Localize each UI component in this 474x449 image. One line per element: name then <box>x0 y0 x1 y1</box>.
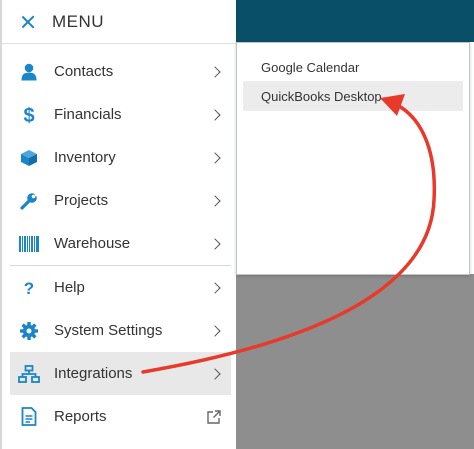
menu-item-help[interactable]: ? Help <box>10 266 231 309</box>
menu-item-projects[interactable]: Projects <box>10 179 231 222</box>
navigation-menu: MENU Contacts $ Financials Inventory Pro… <box>0 0 236 449</box>
svg-text:?: ? <box>24 279 34 298</box>
menu-item-label: System Settings <box>54 322 163 339</box>
submenu-item-label: Google Calendar <box>261 59 360 75</box>
chevron-right-icon <box>211 153 221 163</box>
chevron-right-icon <box>211 283 221 293</box>
menu-item-label: Projects <box>54 192 109 209</box>
menu-item-warehouse[interactable]: Warehouse <box>10 222 231 265</box>
menu-item-label: Warehouse <box>54 235 131 252</box>
menu-item-financials[interactable]: $ Financials <box>10 93 231 136</box>
person-icon <box>18 61 40 83</box>
chevron-right-icon <box>211 196 221 206</box>
integrations-submenu: Google Calendar QuickBooks Desktop <box>236 42 470 275</box>
submenu-item-quickbooks-desktop[interactable]: QuickBooks Desktop <box>243 81 463 111</box>
submenu-item-google-calendar[interactable]: Google Calendar <box>243 52 463 82</box>
menu-item-label: Integrations <box>54 365 133 382</box>
menu-item-system-settings[interactable]: System Settings <box>10 309 231 352</box>
chevron-right-icon <box>211 239 221 249</box>
menu-item-reports[interactable]: Reports <box>10 395 231 438</box>
question-icon: ? <box>18 277 40 299</box>
close-icon[interactable] <box>19 13 37 31</box>
menu-header: MENU <box>2 0 236 44</box>
sitemap-icon <box>18 363 40 385</box>
menu-item-label: Reports <box>54 408 107 425</box>
chevron-right-icon <box>211 326 221 336</box>
menu-item-integrations[interactable]: Integrations <box>10 352 231 395</box>
gear-icon <box>18 320 40 342</box>
menu-item-inventory[interactable]: Inventory <box>10 136 231 179</box>
chevron-right-icon <box>211 110 221 120</box>
app-header-bar <box>236 0 474 42</box>
menu-item-label: Help <box>54 279 85 296</box>
box-icon <box>18 147 40 169</box>
chevron-right-icon <box>211 369 221 379</box>
menu-item-label: Inventory <box>54 149 116 166</box>
wrench-icon <box>18 190 40 212</box>
menu-item-contacts[interactable]: Contacts <box>10 50 231 93</box>
document-icon <box>18 406 40 428</box>
barcode-icon <box>18 233 40 255</box>
chevron-right-icon <box>211 67 221 77</box>
dollar-icon: $ <box>18 104 40 126</box>
external-link-icon <box>206 409 222 425</box>
submenu-item-label: QuickBooks Desktop <box>261 88 382 104</box>
menu-title: MENU <box>52 11 105 31</box>
menu-item-label: Financials <box>54 106 122 123</box>
menu-item-label: Contacts <box>54 63 114 80</box>
svg-text:$: $ <box>23 105 34 126</box>
